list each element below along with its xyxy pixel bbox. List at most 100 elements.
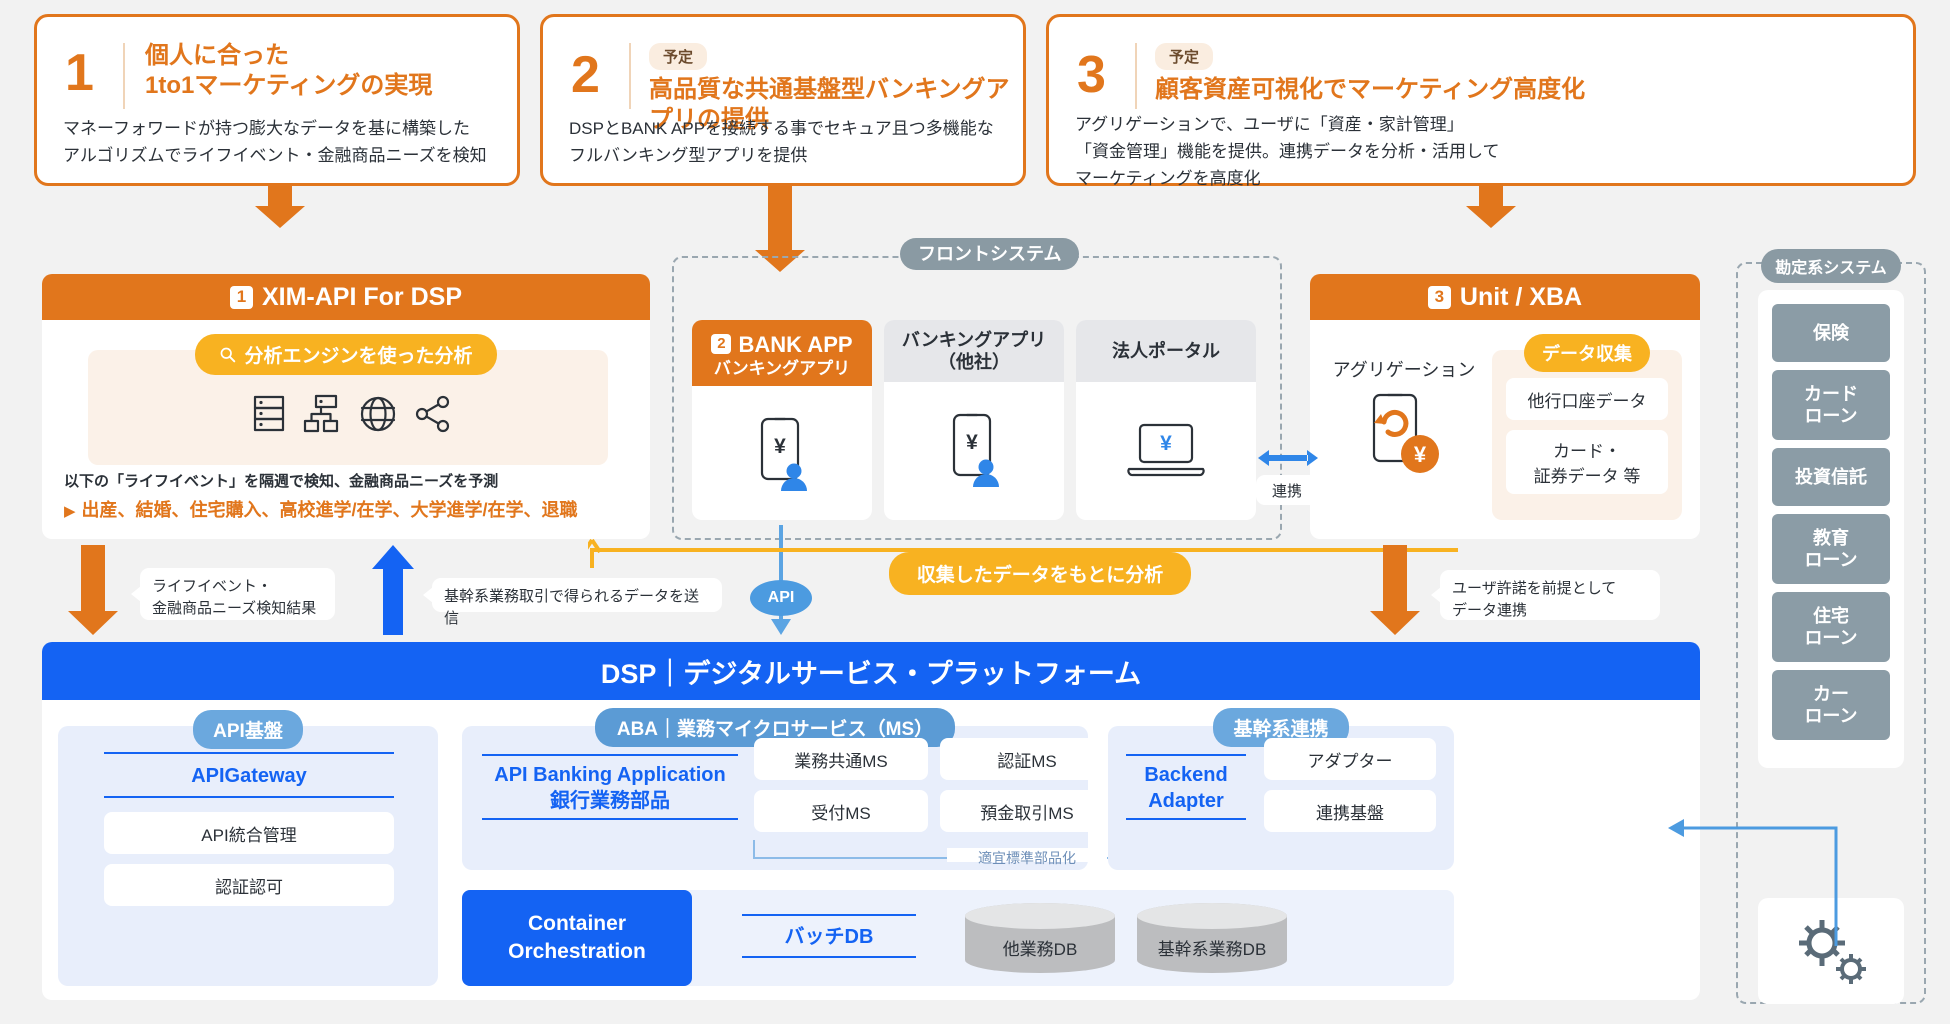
dsp-ms-item-1-label: 認証MS: [997, 751, 1057, 771]
svg-text:¥: ¥: [1414, 442, 1427, 467]
dsp-ms-item-4: 預金取引MS: [940, 790, 1114, 832]
dsp-aba-bracket-label: 適宜標準部品化: [978, 850, 1076, 866]
top-card-3-title: 予定 顧客資産可視化でマーケティング高度化: [1155, 43, 1755, 105]
link-label-renkei-text: 連携: [1271, 482, 1302, 500]
svg-text:¥: ¥: [966, 431, 978, 454]
dsp-db-1-label: 基幹系業務DB: [1157, 939, 1267, 959]
front-card-other-bank-app-header: バンキングアプリ （他社）: [884, 320, 1064, 382]
front-card-bank-app-badge: 2: [711, 334, 732, 355]
top-card-2: 2 予定 高品質な共通基盤型バンキングアプリの提供 DSPとBANK APPを接…: [540, 14, 1026, 186]
dsp-db-1: 基幹系業務DB: [1134, 902, 1290, 974]
top-card-1-body-line2: アルゴリズムでライフイベント・金融商品ニーズを検知: [63, 146, 487, 166]
core-system-label: 勘定系システム: [1761, 249, 1901, 283]
unit-collect-item-1-line1: カード・: [1553, 442, 1621, 461]
dsp-aba-rule-top: [482, 754, 738, 756]
front-card-corporate-portal-header: 法人ポータル: [1076, 320, 1256, 382]
top-card-3-body-line2: 「資金管理」機能を提供。連携データを分析・活用して: [1075, 142, 1500, 162]
core-item-2-line1: 投資信託: [1795, 466, 1867, 487]
core-item-2[interactable]: 投資信託: [1772, 448, 1890, 506]
unit-collect-pill-wrap: データ収集: [1492, 334, 1682, 372]
unit-collect-item-0: 他行口座データ: [1506, 378, 1668, 420]
xim-engine-pill[interactable]: 分析エンジンを使った分析: [195, 334, 497, 375]
core-item-3-line1: 教育: [1813, 527, 1849, 548]
callout-user-consent-line2: データ連携: [1452, 601, 1528, 619]
dsp-backend-rule-bottom: [1126, 818, 1246, 820]
svg-text:¥: ¥: [774, 435, 786, 458]
dsp-aba-group-title-line1: API Banking Application: [494, 764, 726, 786]
front-card-corporate-portal-title: 法人ポータル: [1112, 340, 1220, 361]
dsp-batchdb-rule-bottom: [742, 956, 916, 958]
front-card-bank-app-title-en: BANK APP: [738, 331, 853, 357]
core-item-1[interactable]: カード ローン: [1772, 370, 1890, 440]
top-card-1-title-line2: 1to1マーケティングの実現: [145, 72, 433, 99]
top-card-1-title: 個人に合った 1to1マーケティングの実現: [145, 41, 505, 101]
xim-api-badge: 1: [229, 285, 253, 309]
dsp-backend-item-1: 連携基盤: [1264, 790, 1436, 832]
dsp-container-label-line2: Orchestration: [508, 940, 646, 963]
xim-note-line1: 以下の「ライフイベント」を隔週で検知、金融商品ニーズを予測: [64, 473, 499, 490]
top-card-2-divider: [629, 43, 631, 109]
top-card-3-body: アグリゲーションで、ユーザに「資産・家計管理」 「資金管理」機能を提供。連携デー…: [1075, 111, 1675, 193]
core-item-5[interactable]: カー ローン: [1772, 670, 1890, 740]
core-item-0[interactable]: 保険: [1772, 304, 1890, 362]
dsp-api-group-pill-wrap: API基盤: [58, 710, 438, 749]
front-card-bank-app[interactable]: 2 BANK APP バンキングアプリ ¥: [692, 320, 872, 520]
callout-life-event-line2: 金融商品ニーズ検知結果: [152, 599, 317, 617]
top-card-2-body-line1: DSPとBANK APPを接続する事でセキュア且つ多機能な: [569, 119, 994, 138]
dsp-backend-group-title-line2: Adapter: [1148, 790, 1224, 812]
dsp-backend-rule-top: [1126, 754, 1246, 756]
front-card-bank-app-title-jp: バンキングアプリ: [713, 359, 851, 379]
phone-yen-user-icon: ¥: [760, 417, 807, 491]
laptop-yen-icon: ¥: [1127, 423, 1205, 477]
core-item-4-line2: ローン: [1804, 628, 1858, 648]
dsp-api-item-0: API統合管理: [104, 812, 394, 854]
dsp-ms-item-0: 業務共通MS: [754, 738, 928, 780]
link-arrow-front-unit: [1258, 450, 1318, 466]
core-item-4[interactable]: 住宅 ローン: [1772, 592, 1890, 662]
core-item-3[interactable]: 教育 ローン: [1772, 514, 1890, 584]
unit-xba-header-label: Unit / XBA: [1459, 282, 1583, 311]
dsp-container-label: Container Orchestration: [462, 890, 692, 986]
dsp-backend-group-title-line1: Backend: [1144, 764, 1228, 786]
xim-note-marker: ▶: [64, 503, 76, 520]
callout-life-event-line1: ライフイベント・: [152, 578, 273, 595]
top-card-1-body-line1: マネーフォワードが持つ膨大なデータを基に構築した: [63, 119, 470, 138]
front-card-corporate-portal[interactable]: 法人ポータル ¥: [1076, 320, 1256, 520]
top-card-2-badge: 予定: [649, 43, 708, 70]
callout-user-consent-line1: ユーザ許諾を前提として: [1452, 580, 1617, 597]
front-card-other-bank-app[interactable]: バンキングアプリ （他社） ¥: [884, 320, 1064, 520]
dsp-ms-item-3-label: 受付MS: [811, 803, 871, 823]
dsp-db-0: 他業務DB: [962, 902, 1118, 974]
dsp-ms-item-1: 認証MS: [940, 738, 1114, 780]
top-card-3-body-line3: マーケティングを高度化: [1075, 169, 1261, 189]
dsp-header: DSP｜デジタルサービス・プラットフォーム: [42, 642, 1700, 700]
dsp-batchdb-rule-top: [742, 914, 916, 916]
xim-note-line2: 出産、結婚、住宅購入、高校進学/在学、大学進学/在学、退職: [81, 500, 578, 520]
dsp-ms-item-4-label: 預金取引MS: [980, 803, 1074, 823]
front-card-bank-app-icon-wrap: ¥: [692, 386, 872, 520]
front-card-bank-app-header: 2 BANK APP バンキングアプリ: [692, 320, 872, 386]
xim-api-panel: 1 XIM-API For DSP 分析エンジンを使った分析 以下の「ライフイベ…: [42, 274, 650, 539]
search-icon: [221, 347, 236, 363]
dsp-api-item-0-label: API統合管理: [201, 825, 297, 845]
xim-engine-pill-label: 分析エンジンを使った分析: [244, 346, 473, 367]
arrow-card1-to-xim: [255, 184, 305, 228]
dsp-api-rule-bottom: [104, 796, 394, 798]
phone-yen-user-icon: ¥: [952, 413, 999, 487]
top-card-1-title-line1: 個人に合った: [145, 42, 289, 69]
api-ellipse-label: API: [767, 589, 795, 606]
top-card-3-divider: [1135, 43, 1137, 109]
top-card-1: 1 個人に合った 1to1マーケティングの実現 マネーフォワードが持つ膨大なデー…: [34, 14, 520, 186]
callout-life-event: ライフイベント・ 金融商品ニーズ検知結果: [131, 568, 335, 620]
dsp-api-item-1-label: 認証認可: [215, 877, 283, 897]
callout-core-transaction: 基幹系業務取引で得られるデータを送信: [423, 578, 722, 627]
arrow-unit-to-dsp: [1370, 545, 1420, 635]
dsp-backend-item-0-label: アダプター: [1307, 751, 1393, 771]
unit-aggregation-icon-wrap: ¥: [1368, 392, 1444, 482]
xim-engine-pill-wrap: 分析エンジンを使った分析: [42, 334, 650, 375]
svg-text:¥: ¥: [1160, 432, 1172, 455]
dsp-api-rule-top: [104, 752, 394, 754]
core-item-3-line2: ローン: [1804, 550, 1858, 570]
xim-note: 以下の「ライフイベント」を隔週で検知、金融商品ニーズを予測 ▶ 出産、結婚、住宅…: [64, 470, 634, 522]
arrow-xim-to-dsp: [68, 545, 118, 635]
